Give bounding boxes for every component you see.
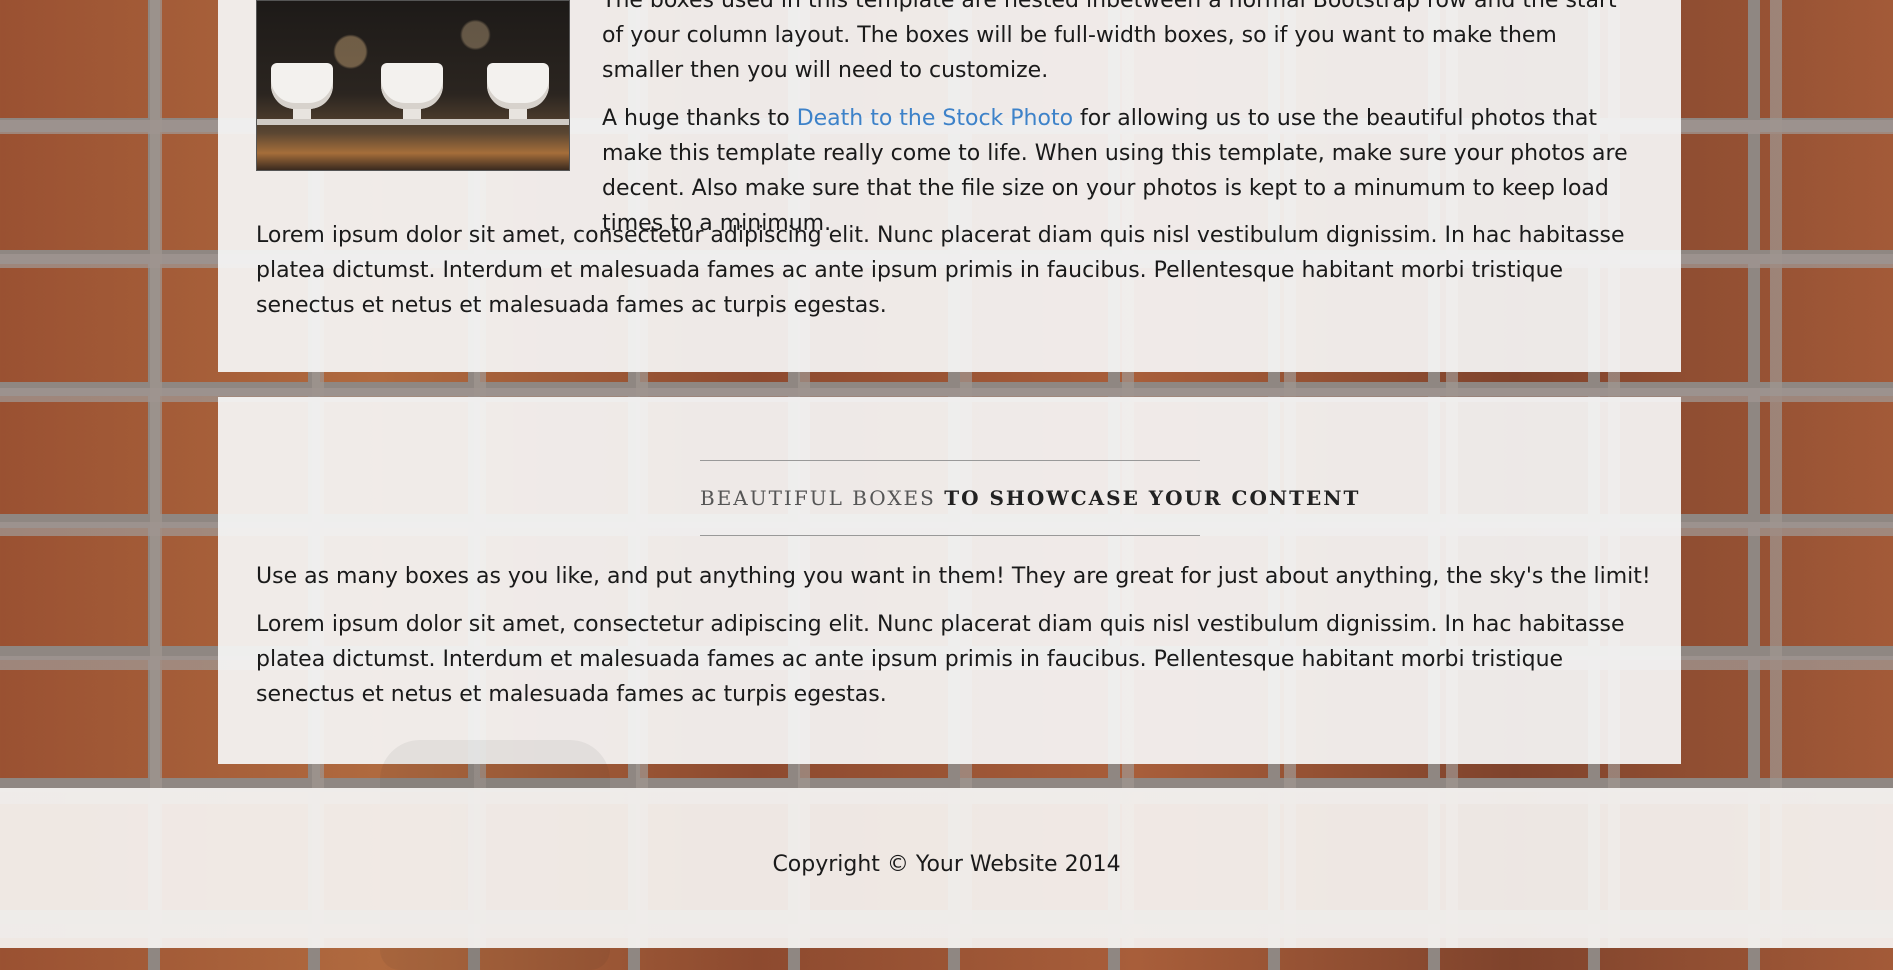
- coffee-cup-shape: [487, 63, 549, 123]
- page-footer: Copyright © Your Website 2014: [0, 788, 1893, 948]
- section-heading-divider: Beautiful Boxes to showcase your content: [700, 460, 1358, 536]
- intro-paragraph-boxes: The boxes used in this template are nest…: [602, 0, 1617, 83]
- cup-shelf: [257, 119, 569, 125]
- showcase-content-box: Beautiful Boxes to showcase your content…: [218, 397, 1681, 764]
- section-heading: Beautiful Boxes to showcase your content: [700, 486, 1360, 510]
- death-to-stock-photo-link[interactable]: Death to the Stock Photo: [797, 106, 1073, 131]
- copyright-text: Copyright © Your Website 2014: [772, 852, 1121, 877]
- coffee-cup-shape: [271, 63, 333, 123]
- coffee-cups-photo: [256, 0, 570, 171]
- intro-paragraph-lorem: Lorem ipsum dolor sit amet, consectetur …: [256, 223, 1625, 318]
- thanks-text-before: A huge thanks to: [602, 106, 797, 131]
- intro-content-box: The boxes used in this template are nest…: [218, 0, 1681, 372]
- coffee-cup-shape: [381, 63, 443, 123]
- heading-strong-text: to showcase your content: [944, 486, 1361, 510]
- showcase-paragraph-intro: Use as many boxes as you like, and put a…: [256, 564, 1651, 589]
- heading-light-text: Beautiful Boxes: [700, 486, 936, 510]
- showcase-paragraph-lorem: Lorem ipsum dolor sit amet, consectetur …: [256, 612, 1625, 707]
